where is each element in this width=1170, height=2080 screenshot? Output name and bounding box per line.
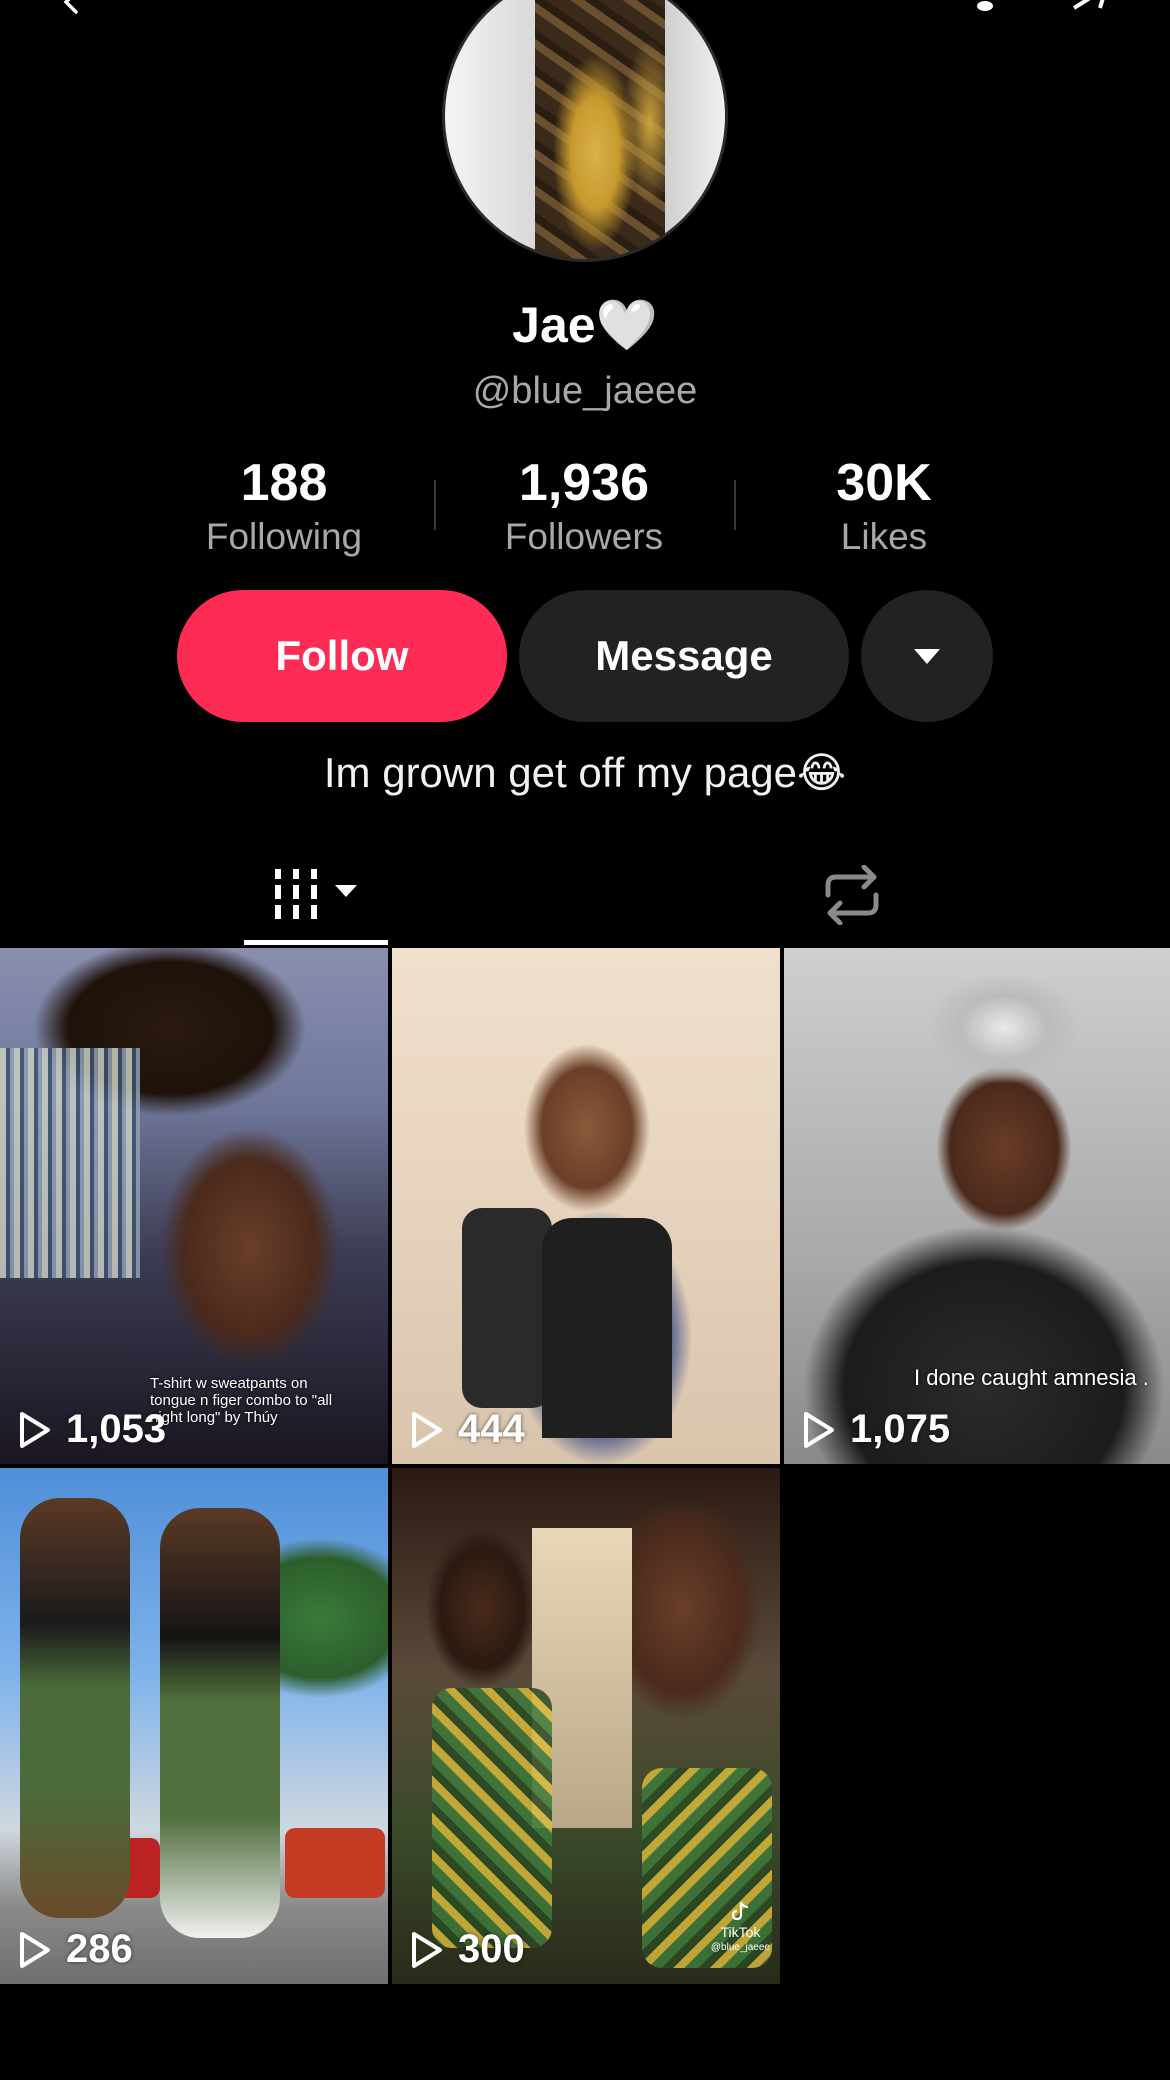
watermark-handle: @blue_jaeee: [710, 1942, 770, 1953]
following-count: 188: [240, 454, 328, 512]
following-stat[interactable]: 188 Following: [144, 450, 424, 558]
play-icon: [412, 1931, 442, 1968]
play-icon: [20, 1931, 50, 1968]
stats-divider: [734, 480, 736, 530]
stats-divider: [434, 480, 436, 530]
video-thumbnail[interactable]: 286: [0, 1468, 388, 1984]
video-caption: T-shirt w sweatpants on tongue n figer c…: [150, 1375, 333, 1426]
tab-videos[interactable]: [244, 840, 388, 950]
view-count-value: 444: [458, 1407, 525, 1451]
following-label: Following: [205, 516, 363, 557]
view-count: 1,075: [802, 1407, 950, 1452]
chevron-down-icon: [914, 648, 940, 664]
profile-name: Jae🤍: [512, 297, 658, 353]
videos-grid-icon: [275, 869, 357, 919]
view-count: 286: [18, 1927, 133, 1972]
view-count: 1,053: [18, 1407, 166, 1452]
likes-stat[interactable]: 30K Likes: [744, 450, 1024, 558]
content-tabs: [0, 840, 1170, 950]
video-thumbnail[interactable]: 444: [392, 948, 780, 1464]
play-icon: [804, 1411, 834, 1448]
video-thumbnail[interactable]: TikTok @blue_jaeee 300: [392, 1468, 780, 1984]
tab-reposts[interactable]: [780, 840, 924, 950]
view-count-value: 286: [66, 1927, 133, 1971]
message-button[interactable]: Message: [519, 590, 849, 722]
view-count: 300: [410, 1927, 525, 1972]
notification-bell-icon[interactable]: [970, 0, 1000, 17]
profile-handle: @blue_jaeee: [472, 370, 698, 412]
back-arrow-icon[interactable]: [60, 0, 84, 14]
video-caption: I done caught amnesia .: [914, 1365, 1149, 1390]
active-tab-indicator: [244, 940, 388, 945]
tiktok-logo-icon: [732, 1901, 749, 1921]
video-thumbnail[interactable]: I done caught amnesia . 1,075: [784, 948, 1170, 1464]
play-icon: [20, 1411, 50, 1448]
more-options-button[interactable]: [861, 590, 993, 722]
repost-icon: [825, 865, 879, 925]
view-count-value: 1,053: [66, 1407, 167, 1451]
tiktok-watermark: TikTok @blue_jaeee: [711, 1901, 770, 1956]
share-icon[interactable]: [1070, 0, 1110, 17]
profile-bio: Im grown get off my page😂: [323, 749, 847, 796]
profile-avatar[interactable]: [442, 0, 728, 262]
video-thumbnail[interactable]: T-shirt w sweatpants on tongue n figer c…: [0, 948, 388, 1464]
watermark-brand: TikTok: [720, 1924, 761, 1940]
view-count: 444: [410, 1407, 525, 1452]
view-count-value: 300: [458, 1927, 525, 1971]
follow-button[interactable]: Follow: [177, 590, 507, 722]
likes-label: Likes: [840, 516, 928, 557]
followers-label: Followers: [504, 516, 664, 557]
followers-stat[interactable]: 1,936 Followers: [444, 450, 724, 558]
view-count-value: 1,075: [850, 1407, 951, 1451]
followers-count: 1,936: [518, 454, 650, 512]
likes-count: 30K: [836, 454, 932, 512]
play-icon: [412, 1411, 442, 1448]
